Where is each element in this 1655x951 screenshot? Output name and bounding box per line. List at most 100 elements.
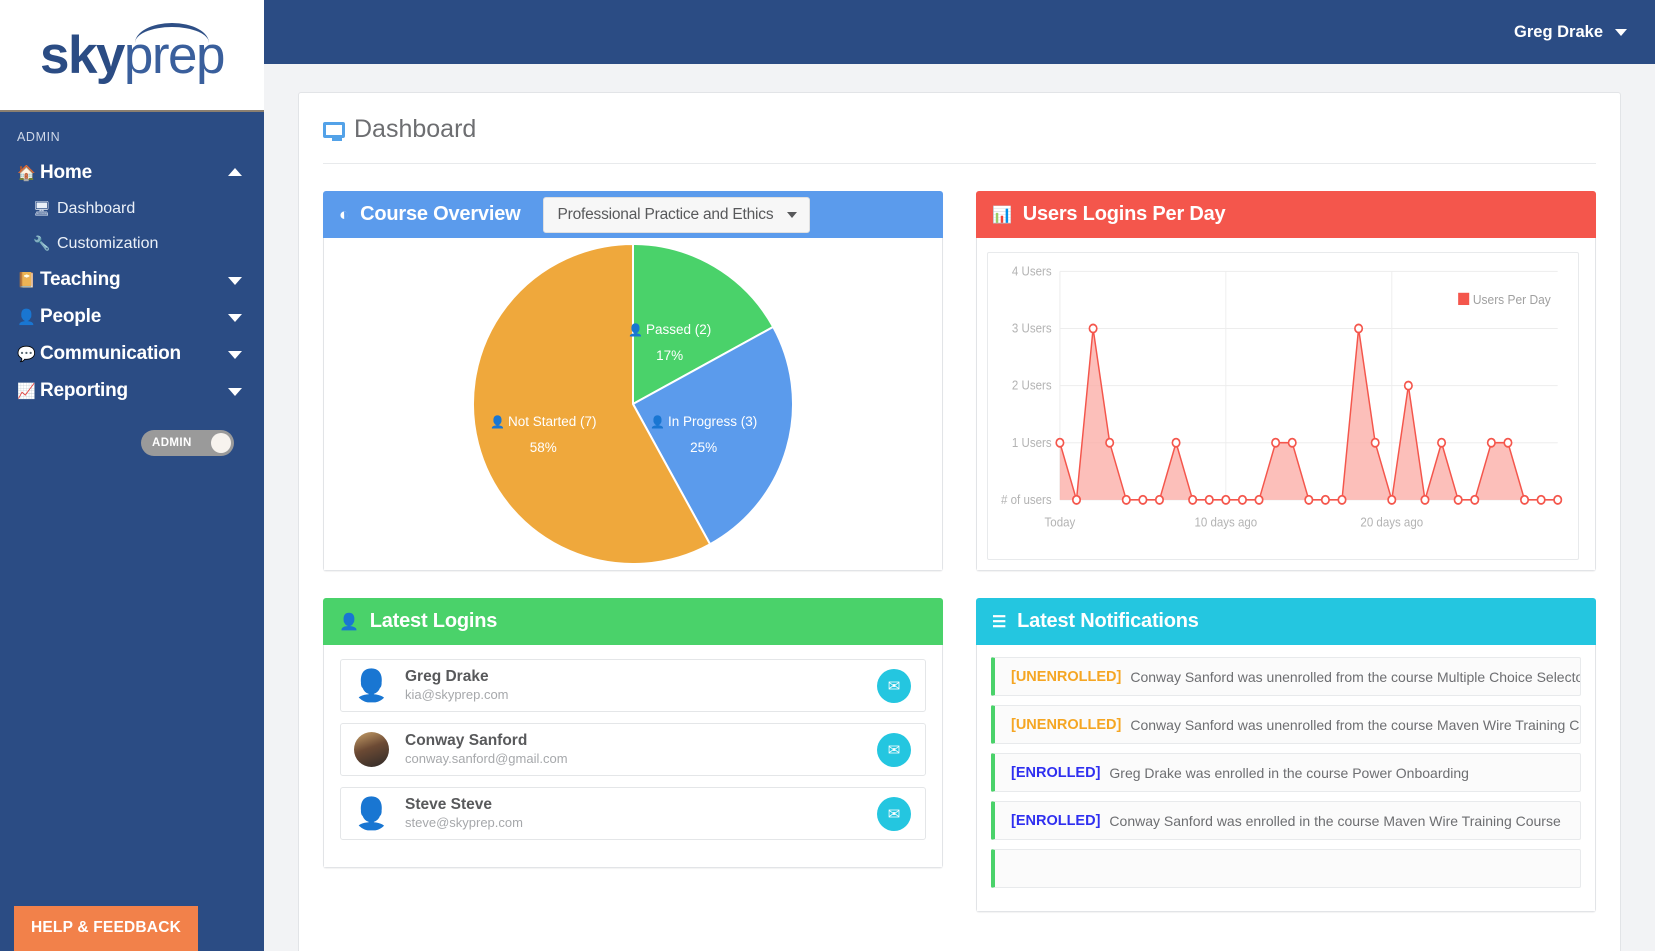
data-point[interactable] [1188, 494, 1198, 505]
area-fill [1059, 328, 1558, 500]
data-point[interactable] [1387, 494, 1397, 505]
envelope-icon[interactable]: ✉ [877, 732, 911, 767]
data-point[interactable] [1520, 494, 1530, 505]
data-point[interactable] [1254, 494, 1264, 505]
sidebar-item-home[interactable]: 🏠 Home [0, 154, 264, 191]
brand-name-part1: sky [39, 25, 125, 85]
data-point[interactable] [1354, 323, 1364, 334]
data-point[interactable] [1121, 494, 1131, 505]
latest-logins-header: 👤 Latest Logins [323, 598, 943, 645]
logins-area-chart: # of users 1 Users 2 Users 3 Users 4 Users To… [1001, 264, 1563, 530]
data-point[interactable] [1304, 494, 1314, 505]
data-point[interactable] [1370, 437, 1380, 448]
list-item[interactable]: 👤 Steve Steve steve@skyprep.com ✉ [340, 787, 926, 840]
sidebar-item-label: People [40, 305, 102, 327]
data-point[interactable] [1055, 437, 1065, 448]
notification-item[interactable]: [UNENROLLED] Conway Sanford was unenrolle… [991, 657, 1581, 696]
data-point[interactable] [1237, 494, 1247, 505]
data-point[interactable] [1271, 437, 1281, 448]
login-text: Steve Steve steve@skyprep.com [405, 795, 523, 831]
avatar: 👤 [354, 796, 389, 831]
users-logins-column: 📊 Users Logins Per Day # of users 1 Users… [976, 191, 1596, 571]
data-point[interactable] [1204, 494, 1214, 505]
sidebar-item-dashboard[interactable]: 🖥 Dashboard [0, 191, 264, 226]
envelope-icon[interactable]: ✉ [877, 668, 911, 703]
monitor-icon: 🖥 [33, 200, 51, 216]
pie-chart-icon: ◐ [339, 204, 350, 224]
latest-logins-list: 👤 Greg Drake kia@skyprep.com ✉ Conway Sanfor… [323, 645, 943, 868]
data-point[interactable] [1420, 494, 1430, 505]
list-item[interactable]: Conway Sanford conway.sanford@gmail.com ✉ [340, 723, 926, 776]
notification-text: Conway Sanford was unenrolled from the c… [1130, 716, 1581, 733]
users-logins-header: 📊 Users Logins Per Day [976, 191, 1596, 238]
chevron-down-icon [228, 313, 242, 322]
data-point[interactable] [1486, 437, 1496, 448]
notification-item[interactable] [991, 849, 1581, 888]
sidebar-item-reporting[interactable]: 📈 Reporting [0, 372, 264, 409]
notification-item[interactable]: [ENROLLED] Greg Drake was enrolled in the… [991, 753, 1581, 792]
user-menu[interactable]: Greg Drake [1514, 23, 1627, 42]
sidebar-item-label: Reporting [40, 379, 128, 401]
data-point[interactable] [1470, 494, 1480, 505]
y-axis-tick-label: 3 Users [1012, 321, 1052, 336]
panel-row-top: ◐ Course Overview Professional Practice … [323, 191, 1596, 571]
book-icon: 📔 [17, 271, 36, 289]
login-text: Greg Drake kia@skyprep.com [405, 667, 509, 703]
list-icon: ☰ [992, 613, 1007, 631]
course-select-dropdown[interactable]: Professional Practice and Ethics [542, 196, 811, 233]
latest-notifications-header: ☰ Latest Notifications [976, 598, 1596, 645]
latest-notifications-panel: ☰ Latest Notifications [UNENROLLED] Conwa… [976, 598, 1596, 912]
data-point[interactable] [1154, 494, 1164, 505]
latest-logins-column: 👤 Latest Logins 👤 Greg Drake kia@skyprep.c… [323, 598, 943, 912]
data-point[interactable] [1071, 494, 1082, 505]
data-point[interactable] [1453, 494, 1463, 505]
y-axis-tick-label: 1 Users [1012, 435, 1052, 450]
sidebar-item-teaching[interactable]: 📔 Teaching [0, 261, 264, 298]
status-badge: [ENROLLED] [1011, 764, 1101, 781]
chevron-down-icon [228, 350, 242, 359]
status-badge: [UNENROLLED] [1011, 716, 1122, 733]
monitor-icon [323, 121, 345, 141]
home-icon: 🏠 [17, 164, 36, 182]
user-icon: 👤 [339, 613, 359, 631]
y-axis-tick-label: 4 Users [1012, 264, 1052, 279]
dashboard-card: Dashboard ◐ Course Overview Professional… [298, 92, 1621, 951]
users-logins-body: # of users 1 Users 2 Users 3 Users 4 Users To… [976, 238, 1596, 571]
data-point[interactable] [1337, 494, 1347, 505]
latest-logins-title: Latest Logins [369, 610, 498, 632]
data-point[interactable] [1171, 437, 1181, 448]
notification-item[interactable]: [UNENROLLED] Conway Sanford was unenrolle… [991, 705, 1581, 744]
latest-notifications-column: ☰ Latest Notifications [UNENROLLED] Conwa… [976, 598, 1596, 912]
data-point[interactable] [1138, 494, 1148, 505]
chevron-down-icon [228, 276, 242, 285]
brand-logo[interactable]: skyprep [0, 0, 264, 110]
course-overview-title: Course Overview [360, 203, 521, 225]
data-point[interactable] [1105, 437, 1115, 448]
data-point[interactable] [1536, 494, 1546, 505]
data-point[interactable] [1503, 437, 1513, 448]
data-point[interactable] [1221, 494, 1231, 505]
help-feedback-button[interactable]: HELP & FEEDBACK [14, 906, 198, 951]
data-point[interactable] [1553, 494, 1563, 505]
latest-logins-panel: 👤 Latest Logins 👤 Greg Drake kia@skyprep.c… [323, 598, 943, 868]
sidebar-item-communication[interactable]: 💬 Communication [0, 335, 264, 372]
login-user-email: kia@skyprep.com [405, 686, 509, 702]
data-point[interactable] [1437, 437, 1447, 448]
comments-icon: 💬 [17, 345, 36, 363]
admin-mode-toggle[interactable]: ADMIN [141, 430, 234, 456]
sidebar-subitem-label: Customization [57, 234, 159, 252]
sidebar-item-label: Home [40, 161, 92, 183]
y-axis-tick-label: 2 Users [1012, 378, 1052, 393]
envelope-icon[interactable]: ✉ [877, 796, 911, 831]
data-point[interactable] [1088, 323, 1098, 334]
sidebar-item-customization[interactable]: 🔧 Customization [0, 226, 264, 261]
course-overview-header: ◐ Course Overview Professional Practice … [323, 191, 943, 238]
notification-text: Greg Drake was enrolled in the course Po… [1109, 764, 1469, 781]
data-point[interactable] [1287, 437, 1297, 448]
data-point[interactable] [1320, 494, 1330, 505]
sidebar-item-label: Teaching [40, 268, 121, 290]
data-point[interactable] [1403, 380, 1413, 391]
notification-item[interactable]: [ENROLLED] Conway Sanford was enrolled in… [991, 801, 1581, 840]
sidebar-item-people[interactable]: 👤 People [0, 298, 264, 335]
list-item[interactable]: 👤 Greg Drake kia@skyprep.com ✉ [340, 659, 926, 712]
